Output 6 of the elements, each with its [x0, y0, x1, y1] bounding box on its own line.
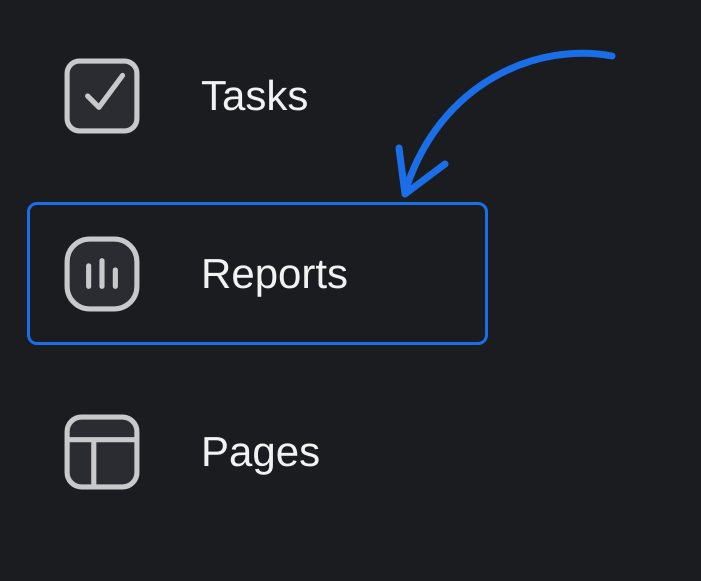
- nav-item[interactable]: Pages: [27, 380, 488, 523]
- nav-item[interactable]: Reports: [27, 202, 488, 345]
- layout-icon: [63, 412, 141, 490]
- bar-chart-icon: [63, 234, 141, 312]
- nav-item[interactable]: Tasks: [27, 24, 488, 167]
- checkbox-icon: [63, 56, 141, 134]
